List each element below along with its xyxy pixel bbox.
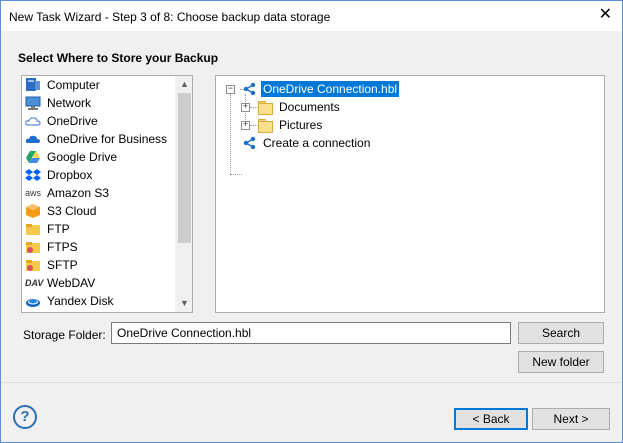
title-bar: New Task Wizard - Step 3 of 8: Choose ba… [0,0,623,31]
collapse-icon[interactable]: − [226,85,235,94]
folder-tree[interactable]: − OneDrive Connection.hbl + Documents + … [215,75,605,313]
network-icon [25,95,41,111]
tree-node-documents[interactable]: Documents [258,98,342,116]
back-button[interactable]: < Back [454,408,528,430]
help-icon[interactable]: ? [13,405,37,429]
storage-type-list[interactable]: Computer Network OneDrive OneDrive for B… [21,75,193,313]
google-drive-icon [25,149,41,165]
tree-line [250,107,258,108]
new-folder-button[interactable]: New folder [518,351,604,373]
storage-folder-label: Storage Folder: [23,328,106,342]
storage-folder-input[interactable] [111,322,511,344]
expand-icon[interactable]: + [241,121,250,130]
list-item-ftps[interactable]: FTPS [22,238,176,256]
onedrive-icon [25,113,41,129]
wizard-body: Select Where to Store your Backup Comput… [0,31,623,443]
close-icon[interactable]: ✕ [599,7,612,23]
list-item-network[interactable]: Network [22,94,176,112]
list-item-onedrive[interactable]: OneDrive [22,112,176,130]
footer-divider [1,382,622,383]
aws-icon: aws [25,188,42,198]
folder-icon [258,100,273,115]
sftp-folder-icon [25,257,41,273]
search-button[interactable]: Search [518,322,604,344]
tree-node-create-connection[interactable]: Create a connection [242,134,372,152]
next-button[interactable]: Next > [532,408,610,430]
scroll-up-icon[interactable]: ▲ [176,76,192,93]
list-item-s3-cloud[interactable]: S3 Cloud [22,202,176,220]
list-item-yandex-disk[interactable]: Yandex Disk [22,292,176,310]
window-title: New Task Wizard - Step 3 of 8: Choose ba… [9,10,331,24]
list-item-ftp[interactable]: FTP [22,220,176,238]
webdav-icon: DAV [25,278,44,288]
list-item-sftp[interactable]: SFTP [22,256,176,274]
ftp-folder-icon [25,221,41,237]
page-heading: Select Where to Store your Backup [18,51,219,65]
folder-icon [258,118,273,133]
ftps-folder-icon [25,239,41,255]
dropbox-icon [25,167,41,183]
tree-line [250,125,258,126]
s3-cloud-icon [25,203,41,219]
tree-line [230,94,231,174]
list-item-onedrive-business[interactable]: OneDrive for Business [22,130,176,148]
yandex-disk-icon [25,293,41,309]
onedrive-business-icon [25,131,41,147]
expand-icon[interactable]: + [241,103,250,112]
scroll-down-icon[interactable]: ▼ [176,295,192,312]
list-item-webdav[interactable]: DAV WebDAV [22,274,176,292]
list-scrollbar[interactable]: ▲ ▼ [175,76,192,312]
list-item-computer[interactable]: Computer [22,76,176,94]
tree-line [230,174,242,175]
scroll-thumb[interactable] [178,93,191,243]
share-icon [242,82,256,96]
tree-node-pictures[interactable]: Pictures [258,116,324,134]
list-item-google-drive[interactable]: Google Drive [22,148,176,166]
share-icon [242,136,256,150]
list-item-dropbox[interactable]: Dropbox [22,166,176,184]
computer-icon [25,77,41,93]
list-item-amazon-s3[interactable]: aws Amazon S3 [22,184,176,202]
tree-node-root[interactable]: OneDrive Connection.hbl [242,80,400,98]
